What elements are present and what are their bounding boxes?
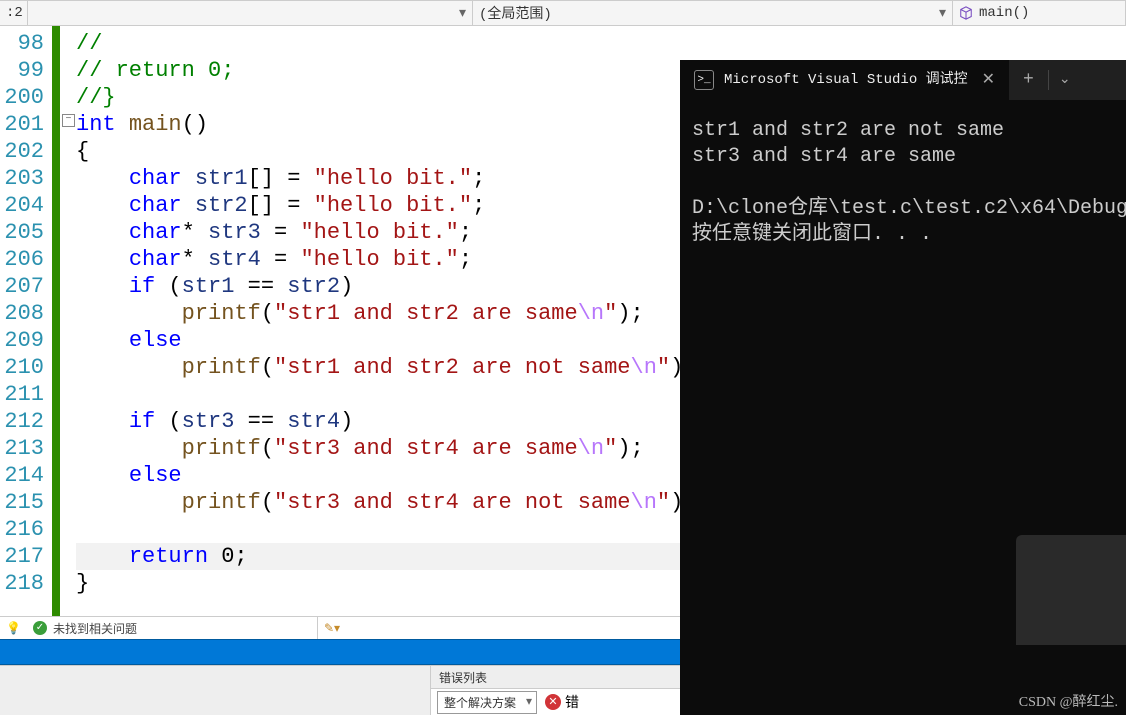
console-tab[interactable]: >_ Microsoft Visual Studio 调试控 ✕: [680, 60, 1009, 100]
line-number: 216: [0, 516, 52, 543]
line-number: 99: [0, 57, 52, 84]
line-number: 215: [0, 489, 52, 516]
line-number: 201: [0, 111, 52, 138]
line-number: 209: [0, 327, 52, 354]
line-number: 212: [0, 408, 52, 435]
line-number: 202: [0, 138, 52, 165]
line-number: 207: [0, 273, 52, 300]
line-number: 211: [0, 381, 52, 408]
fold-toggle[interactable]: −: [62, 114, 75, 127]
line-number: 200: [0, 84, 52, 111]
line-gutter: 9899200201202203204205206207208209210211…: [0, 26, 52, 616]
check-icon: ✓: [33, 621, 47, 635]
scope-label: (全局范围): [479, 3, 552, 23]
console-tabbar: >_ Microsoft Visual Studio 调试控 ✕ + ⌄: [680, 60, 1126, 100]
terminal-icon: >_: [694, 70, 714, 90]
status-message: 未找到相关问题: [53, 620, 137, 637]
line-number: 98: [0, 30, 52, 57]
lightbulb-icon[interactable]: 💡: [6, 621, 21, 636]
line-number: 214: [0, 462, 52, 489]
cube-icon: [959, 6, 973, 20]
line-number: 218: [0, 570, 52, 597]
bottom-left-panel: [0, 666, 430, 715]
line-number: 203: [0, 165, 52, 192]
brush-icon[interactable]: ✎▾: [324, 621, 340, 636]
line-number: 204: [0, 192, 52, 219]
scope-dropdown[interactable]: (全局范围) ▾: [473, 1, 953, 25]
scope-select[interactable]: 整个解决方案: [437, 691, 537, 714]
fold-column: −: [62, 26, 76, 616]
change-marker: [52, 26, 60, 616]
line-number: 208: [0, 300, 52, 327]
breadcrumb-bar: :2 ▾ (全局范围) ▾ main(): [0, 0, 1126, 26]
watermark: CSDN @醉红尘.: [1019, 691, 1118, 711]
overlay-panel: [1016, 535, 1126, 645]
new-tab-button[interactable]: +: [1009, 67, 1048, 93]
close-tab-icon[interactable]: ✕: [982, 67, 995, 93]
error-icon[interactable]: ✕: [545, 694, 561, 710]
scope-indicator: ▾: [28, 1, 473, 25]
line-number: 206: [0, 246, 52, 273]
function-dropdown[interactable]: main(): [953, 1, 1126, 25]
chevron-down-icon[interactable]: ▾: [459, 5, 466, 22]
line-number: 205: [0, 219, 52, 246]
error-count-label: 错: [565, 692, 579, 712]
console-output[interactable]: str1 and str2 are not same str3 and str4…: [680, 100, 1126, 266]
tab-menu-chevron[interactable]: ⌄: [1049, 67, 1081, 93]
console-title: Microsoft Visual Studio 调试控: [724, 67, 968, 93]
line-number: 210: [0, 354, 52, 381]
line-number: 213: [0, 435, 52, 462]
chevron-down-icon: ▾: [939, 5, 946, 22]
debug-console-window: >_ Microsoft Visual Studio 调试控 ✕ + ⌄ str…: [680, 60, 1126, 715]
line-number: 217: [0, 543, 52, 570]
function-label: main(): [979, 5, 1029, 21]
file-tab-suffix: :2: [0, 1, 28, 25]
